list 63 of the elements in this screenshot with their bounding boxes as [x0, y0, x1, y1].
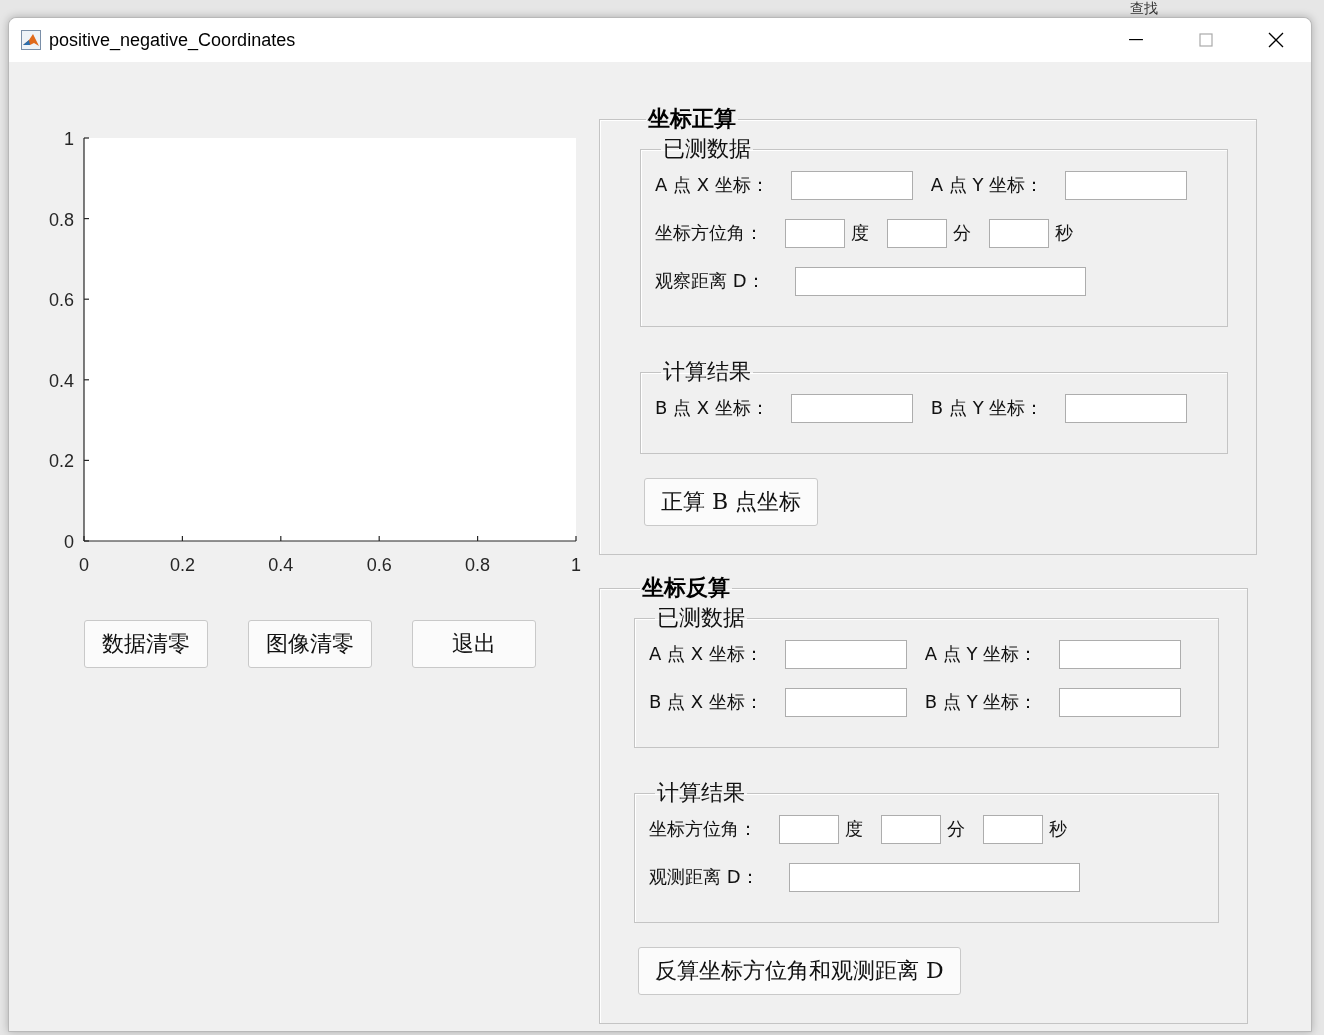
text-field[interactable] — [785, 218, 845, 248]
field-label: A 点 X 坐标： — [649, 642, 763, 666]
tick-label: 0 — [79, 555, 89, 575]
tick-label: 0.4 — [268, 555, 294, 575]
close-icon — [1268, 32, 1284, 48]
tick-label: 0.8 — [465, 555, 491, 575]
minimize-icon — [1128, 39, 1144, 41]
action-button[interactable]: 图像清零 — [248, 620, 372, 668]
field-label: 观测距离 D： — [649, 865, 759, 889]
search-label: 查找 — [1130, 0, 1158, 16]
text-field[interactable] — [794, 266, 1086, 296]
action-button[interactable]: 数据清零 — [84, 620, 208, 668]
unit-label: 度 — [845, 817, 863, 841]
group-title: 计算结果 — [662, 358, 752, 386]
tick-label: 0.2 — [48, 451, 74, 472]
field-label: B 点 X 坐标： — [655, 396, 769, 420]
text-field[interactable] — [788, 862, 1080, 892]
text-field[interactable] — [1059, 687, 1182, 717]
panel-title: 坐标正算 — [646, 104, 737, 133]
text-field[interactable] — [784, 687, 907, 717]
field-label: A 点 Y 坐标： — [924, 642, 1038, 666]
text-field[interactable] — [1065, 170, 1188, 200]
unit-label: 秒 — [1049, 817, 1067, 841]
text-field[interactable] — [1065, 393, 1188, 423]
window-title: positive_negative_Coordinates — [49, 29, 297, 51]
tick-label: 0.4 — [48, 370, 74, 391]
tick-label: 0 — [64, 532, 74, 552]
action-button[interactable]: 反算坐标方位角和观测距离 D — [638, 947, 961, 995]
tick-label: 0.8 — [48, 209, 74, 230]
tick-label: 0.2 — [169, 555, 195, 575]
text-field[interactable] — [1059, 639, 1182, 669]
group-title: 已测数据 — [656, 604, 746, 632]
action-button[interactable]: 正算 B 点坐标 — [644, 478, 819, 526]
unit-label: 秒 — [1055, 221, 1073, 245]
field-label: B 点 X 坐标： — [649, 690, 763, 714]
text-field[interactable] — [790, 393, 913, 423]
unit-label: 分 — [953, 221, 971, 245]
text-field[interactable] — [983, 814, 1043, 844]
text-field[interactable] — [989, 218, 1049, 248]
group-title: 计算结果 — [656, 779, 746, 807]
tick-label: 0.6 — [366, 555, 392, 575]
text-field[interactable] — [790, 170, 913, 200]
action-button[interactable]: 退出 — [412, 620, 536, 668]
text-field[interactable] — [887, 218, 947, 248]
peak-icon — [21, 30, 41, 50]
field-label: B 点 Y 坐标： — [924, 690, 1038, 714]
maximize-icon — [1198, 32, 1214, 48]
field-label: 坐标方位角： — [655, 221, 763, 245]
text-field[interactable] — [881, 814, 941, 844]
tick-label: 0.6 — [48, 290, 74, 311]
field-label: B 点 Y 坐标： — [930, 396, 1044, 420]
field-label: A 点 X 坐标： — [655, 173, 769, 197]
field-label: A 点 Y 坐标： — [930, 173, 1044, 197]
group-title: 已测数据 — [662, 135, 752, 163]
panel-title: 坐标反算 — [640, 573, 731, 602]
unit-label: 分 — [947, 817, 965, 841]
tick-label: 1 — [64, 129, 74, 149]
field-label: 坐标方位角： — [649, 817, 757, 841]
unit-label: 度 — [851, 221, 869, 245]
text-field[interactable] — [779, 814, 839, 844]
field-label: 观察距离 D： — [655, 269, 765, 293]
text-field[interactable] — [784, 639, 907, 669]
tick-label: 1 — [571, 555, 581, 575]
